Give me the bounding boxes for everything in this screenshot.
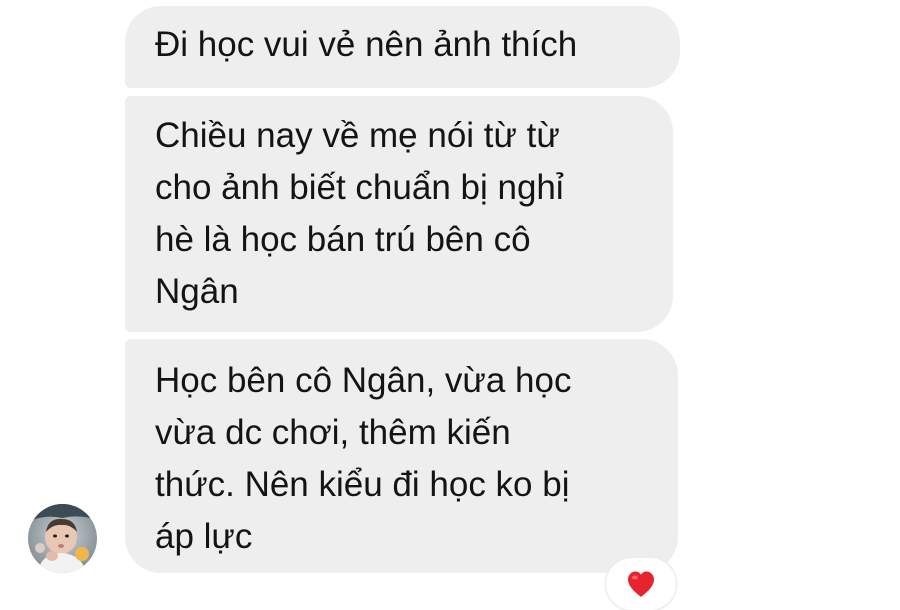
message-bubble[interactable]: Đi học vui vẻ nên ảnh thích <box>125 6 680 88</box>
message-thread: Đi học vui vẻ nên ảnh thích Chiều nay về… <box>0 0 900 610</box>
reaction-badge[interactable] <box>606 558 676 610</box>
message-bubble[interactable]: Chiều nay về mẹ nói từ từ cho ảnh biết c… <box>125 96 673 332</box>
baby-photo-avatar <box>28 504 97 573</box>
avatar[interactable] <box>28 504 97 573</box>
message-bubble[interactable]: Học bên cô Ngân, vừa học vừa dc chơi, th… <box>125 339 678 573</box>
heart-icon <box>628 571 654 597</box>
